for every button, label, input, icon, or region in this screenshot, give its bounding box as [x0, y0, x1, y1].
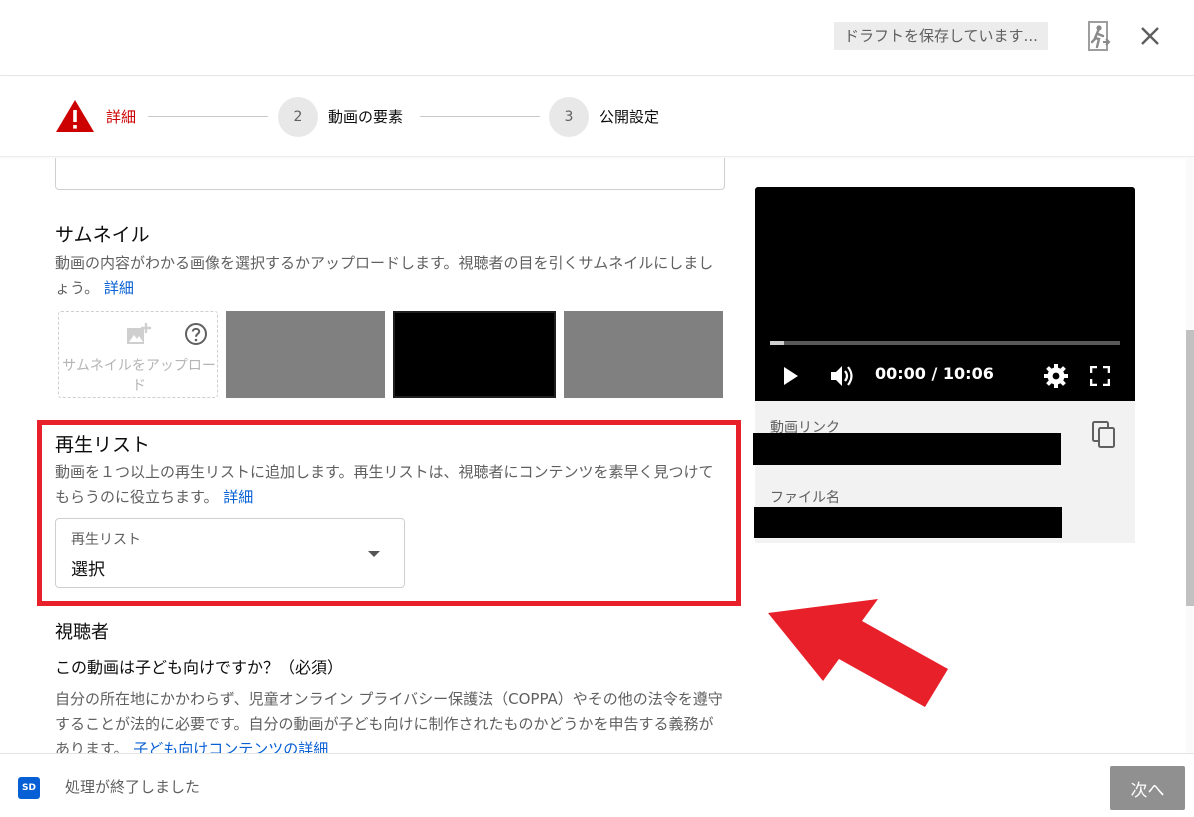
playlist-select-label: 再生リスト	[71, 532, 141, 548]
close-button[interactable]	[1136, 22, 1164, 50]
description-field[interactable]	[55, 158, 725, 190]
exit-icon[interactable]	[1085, 20, 1113, 52]
warning-icon	[56, 100, 94, 132]
thumbnail-option-selected[interactable]	[393, 311, 556, 398]
step-number: 2	[278, 97, 318, 137]
next-button[interactable]: 次へ	[1110, 766, 1185, 810]
top-bar: ドラフトを保存しています...	[0, 0, 1194, 76]
thumbnail-learn-more-link[interactable]: 詳細	[104, 279, 134, 297]
playlist-learn-more-link[interactable]: 詳細	[223, 488, 253, 506]
made-for-kids-question: この動画は子ども向けですか？（必須）	[55, 658, 344, 677]
filename-label: ファイル名	[770, 490, 840, 506]
upload-thumbnail-button[interactable]: サムネイルをアップロード	[58, 311, 218, 398]
help-icon[interactable]	[184, 322, 208, 346]
processing-status: 処理が終了しました	[65, 778, 201, 796]
step-connector	[420, 116, 540, 117]
thumbnail-title: サムネイル	[55, 224, 150, 246]
playlist-title: 再生リスト	[55, 434, 151, 456]
volume-icon[interactable]	[830, 364, 856, 388]
audience-title: 視聴者	[55, 622, 109, 643]
play-icon[interactable]	[783, 367, 799, 385]
progress-fill	[770, 341, 784, 345]
fullscreen-icon[interactable]	[1090, 366, 1110, 386]
filename-redacted	[754, 507, 1062, 538]
progress-bar[interactable]	[770, 341, 1120, 345]
time-display: 00:00 / 10:06	[875, 364, 994, 383]
step-visibility-label: 公開設定	[599, 108, 660, 126]
video-link-redacted[interactable]	[753, 433, 1061, 465]
dropdown-arrow-icon	[368, 551, 380, 557]
upload-thumbnail-label: サムネイルをアップロード	[62, 358, 216, 394]
step-video-elements-label: 動画の要素	[328, 108, 404, 126]
thumbnail-option[interactable]	[226, 311, 385, 398]
scrollbar-thumb[interactable]	[1186, 330, 1194, 606]
thumbnail-description: 動画の内容がわかる画像を選択するかアップロードします。視聴者の目を引くサムネイル…	[55, 254, 714, 297]
footer: SD 処理が終了しました 次へ	[0, 753, 1194, 817]
scrollbar[interactable]	[1186, 158, 1194, 753]
video-player[interactable]: 00:00 / 10:06	[755, 187, 1135, 401]
add-image-icon	[127, 323, 151, 344]
sd-badge-icon: SD	[18, 777, 40, 799]
step-connector	[148, 116, 268, 117]
step-details-label: 詳細	[106, 108, 137, 126]
video-preview-panel: 00:00 / 10:06 動画リンク ファイル名	[753, 187, 1135, 543]
draft-status: ドラフトを保存しています...	[834, 22, 1048, 50]
playlist-description: 動画を１つ以上の再生リストに追加します。再生リストは、視聴者にコンテンツを素早く…	[55, 463, 714, 506]
step-number: 3	[549, 97, 589, 137]
copy-icon[interactable]	[1092, 421, 1116, 449]
thumbnail-option[interactable]	[564, 311, 723, 398]
playlist-select[interactable]: 再生リスト 選択	[55, 518, 405, 588]
annotation-arrow	[768, 599, 948, 707]
video-info: 動画リンク ファイル名	[753, 401, 1135, 543]
audience-description: 自分の所在地にかかわらず、児童オンライン プライバシー保護法（COPPA）やその…	[55, 687, 725, 753]
settings-icon[interactable]	[1044, 364, 1068, 388]
close-icon	[1141, 27, 1159, 45]
upload-stepper: 詳細 2 動画の要素 3 公開設定	[0, 77, 1194, 157]
kids-content-learn-more-link[interactable]: 子ども向けコンテンツの詳細	[133, 740, 328, 753]
playlist-select-value: 選択	[71, 560, 105, 580]
